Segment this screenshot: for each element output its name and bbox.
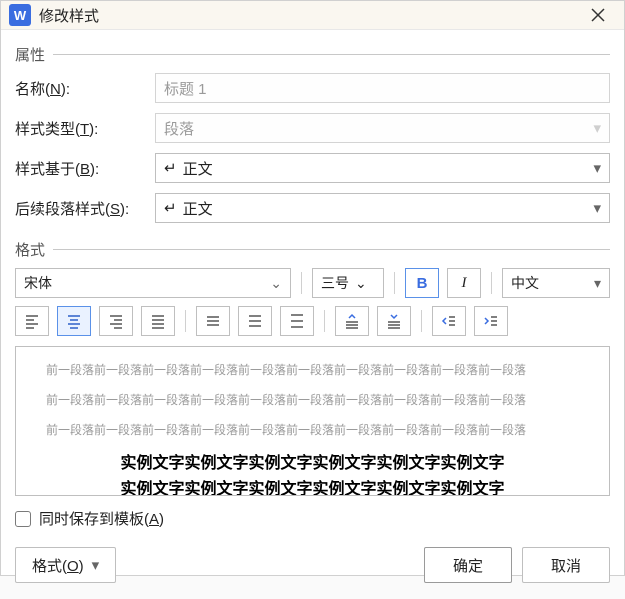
align-left-icon: [24, 313, 40, 329]
align-justify-button[interactable]: [141, 306, 175, 336]
section-attributes-label: 属性: [15, 44, 45, 65]
label-based-on: 样式基于(B):: [15, 158, 155, 179]
preview-context-line1: 前一段落前一段落前一段落前一段落前一段落前一段落前一段落前一段落前一段落前一段落: [46, 361, 579, 379]
align-right-button[interactable]: [99, 306, 133, 336]
style-type-select: 段落 ▾: [155, 113, 610, 143]
increase-space-before-button[interactable]: [335, 306, 369, 336]
ok-button[interactable]: 确定: [424, 547, 512, 583]
paragraph-mark-icon: ↵: [164, 199, 177, 217]
chevron-down-icon: ⌄: [270, 275, 282, 292]
close-button[interactable]: [580, 1, 616, 29]
preview-box: 前一段落前一段落前一段落前一段落前一段落前一段落前一段落前一段落前一段落前一段落…: [15, 346, 610, 496]
section-format-label: 格式: [15, 239, 45, 260]
line-spacing-normal-button[interactable]: [238, 306, 272, 336]
format-toolbar-row2: [15, 306, 610, 336]
line-spacing-normal-icon: [247, 313, 263, 329]
label-name: 名称(N):: [15, 78, 155, 99]
preview-sample-line2: 实例文字实例文字实例文字实例文字实例文字实例文字: [46, 477, 579, 496]
based-on-select[interactable]: ↵ 正文 ▾: [155, 153, 610, 183]
chevron-down-icon: ▾: [92, 556, 100, 574]
following-style-select[interactable]: ↵ 正文 ▾: [155, 193, 610, 223]
format-menu-button[interactable]: 格式(O) ▾: [15, 547, 116, 583]
preview-context-line3: 前一段落前一段落前一段落前一段落前一段落前一段落前一段落前一段落前一段落前一段落: [46, 421, 579, 439]
label-following: 后续段落样式(S):: [15, 198, 155, 219]
label-style-type: 样式类型(T):: [15, 118, 155, 139]
font-size-combo[interactable]: 三号 ⌄: [312, 268, 384, 298]
line-spacing-loose-button[interactable]: [280, 306, 314, 336]
section-format: 格式: [15, 239, 610, 260]
italic-button[interactable]: I: [447, 268, 481, 298]
bold-button[interactable]: B: [405, 268, 439, 298]
language-value: 中文: [511, 273, 539, 293]
decrease-space-before-button[interactable]: [377, 306, 411, 336]
line-spacing-tight-button[interactable]: [196, 306, 230, 336]
save-to-template-row: 同时保存到模板(A): [15, 508, 610, 529]
name-value: 标题 1: [164, 78, 207, 99]
align-right-icon: [108, 313, 124, 329]
chevron-down-icon: ⌄: [355, 275, 367, 292]
chevron-down-icon: ▾: [594, 275, 601, 292]
preview-context-line2: 前一段落前一段落前一段落前一段落前一段落前一段落前一段落前一段落前一段落前一段落: [46, 391, 579, 409]
section-attributes: 属性: [15, 44, 610, 65]
increase-indent-icon: [483, 313, 499, 329]
line-spacing-loose-icon: [289, 313, 305, 329]
paragraph-mark-icon: ↵: [164, 159, 177, 177]
save-to-template-label: 同时保存到模板(A): [39, 508, 164, 529]
name-input[interactable]: 标题 1: [155, 73, 610, 103]
app-icon: W: [9, 4, 31, 26]
increase-indent-button[interactable]: [474, 306, 508, 336]
font-size-value: 三号: [321, 273, 349, 293]
save-to-template-checkbox[interactable]: [15, 511, 31, 527]
titlebar: W 修改样式: [1, 1, 624, 30]
font-name-value: 宋体: [24, 273, 52, 293]
dialog-title: 修改样式: [39, 5, 580, 26]
align-left-button[interactable]: [15, 306, 49, 336]
chevron-down-icon: ▾: [593, 199, 601, 217]
font-name-combo[interactable]: 宋体 ⌄: [15, 268, 291, 298]
preview-sample-line1: 实例文字实例文字实例文字实例文字实例文字实例文字: [46, 451, 579, 477]
align-center-icon: [66, 313, 82, 329]
format-toolbar-row1: 宋体 ⌄ 三号 ⌄ B I 中文 ▾: [15, 268, 610, 298]
chevron-down-icon: ▾: [593, 119, 601, 137]
align-justify-icon: [150, 313, 166, 329]
chevron-down-icon: ▾: [593, 159, 601, 177]
decrease-space-before-icon: [386, 313, 402, 329]
language-combo[interactable]: 中文 ▾: [502, 268, 610, 298]
decrease-indent-icon: [441, 313, 457, 329]
close-icon: [591, 8, 605, 22]
following-value: 正文: [183, 198, 213, 219]
increase-space-before-icon: [344, 313, 360, 329]
decrease-indent-button[interactable]: [432, 306, 466, 336]
modify-style-dialog: W 修改样式 属性 名称(N): 标题 1 样式类型(T):: [0, 0, 625, 576]
align-center-button[interactable]: [57, 306, 91, 336]
bottom-button-bar: 格式(O) ▾ 确定 取消: [1, 537, 624, 599]
cancel-button[interactable]: 取消: [522, 547, 610, 583]
style-type-value: 段落: [164, 118, 194, 139]
line-spacing-tight-icon: [205, 313, 221, 329]
based-on-value: 正文: [183, 158, 213, 179]
